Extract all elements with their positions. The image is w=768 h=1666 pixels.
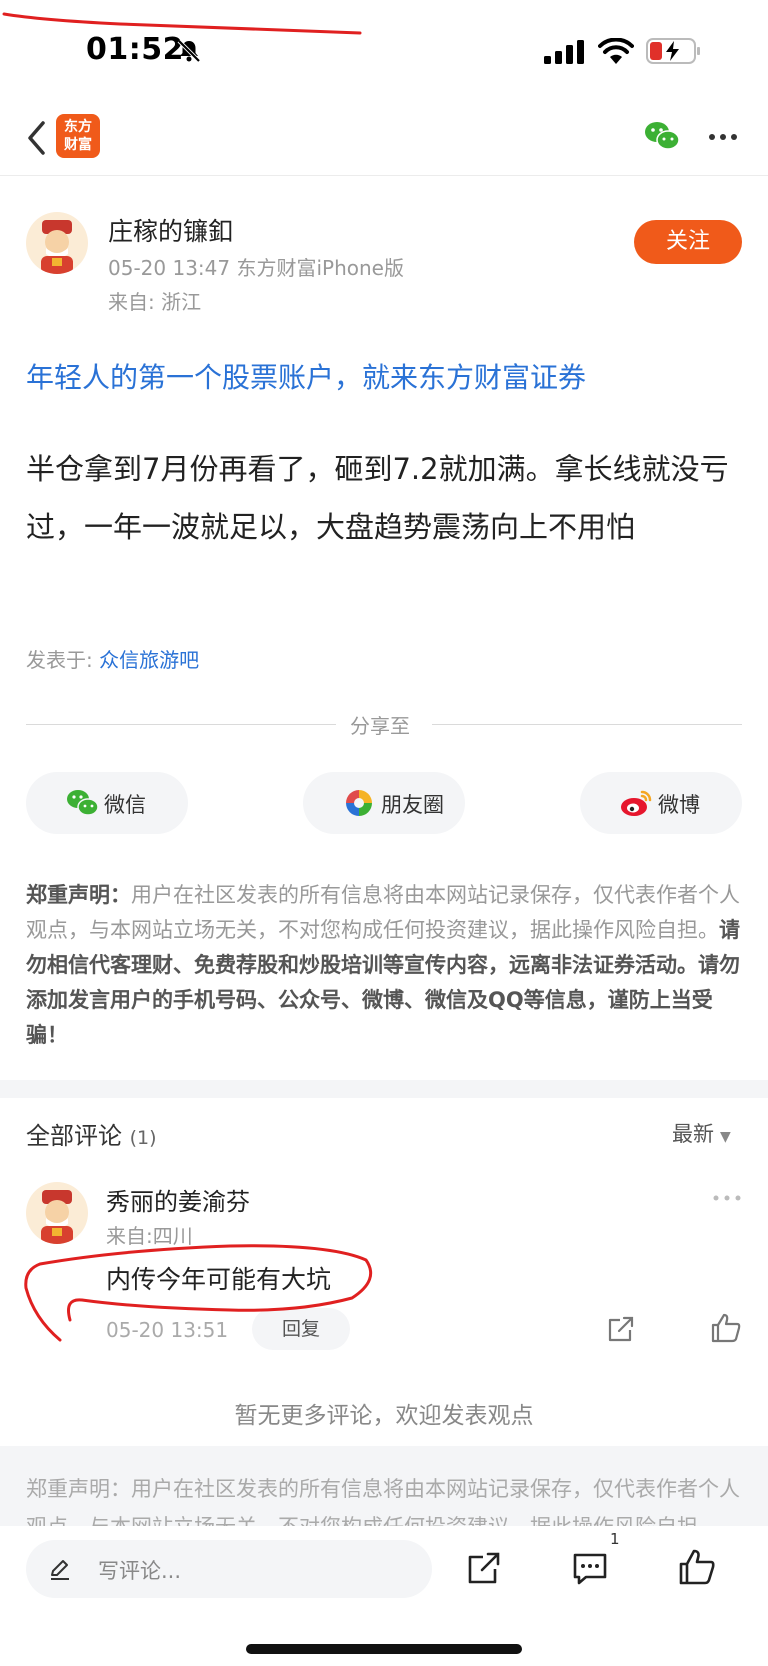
divider bbox=[432, 724, 742, 725]
author-location: 来自: 浙江 bbox=[108, 290, 202, 314]
home-indicator bbox=[246, 1644, 522, 1654]
share-weibo-label: 微博 bbox=[658, 793, 700, 817]
thumbs-up-icon[interactable] bbox=[678, 1548, 716, 1586]
wechat-icon bbox=[67, 790, 98, 816]
thumbs-up-icon[interactable] bbox=[710, 1312, 742, 1344]
caret-down-icon: ▼ bbox=[720, 1129, 731, 1145]
post-meta: 05-20 13:47 东方财富iPhone版 bbox=[108, 256, 404, 280]
posted-in: 发表于: 众信旅游吧 bbox=[26, 644, 199, 673]
share-wechat-label: 微信 bbox=[104, 793, 146, 817]
eastmoney-logo[interactable]: 东方 财富 bbox=[56, 114, 100, 158]
avatar-figure-icon bbox=[41, 220, 73, 274]
post-content: 半仓拿到7月份再看了，砸到7.2就加满。拿长线就没亏过，一年一波就足以，大盘趋势… bbox=[26, 452, 729, 544]
wifi-icon bbox=[598, 38, 634, 64]
commenter-name[interactable]: 秀丽的姜渝芬 bbox=[106, 1182, 250, 1217]
share-weibo-button[interactable]: 微博 bbox=[580, 772, 742, 834]
promo-link[interactable]: 年轻人的第一个股票账户，就来东方财富证券 bbox=[26, 356, 586, 396]
cellular-signal-icon bbox=[544, 40, 584, 64]
divider bbox=[26, 724, 336, 725]
comment-more-icon[interactable] bbox=[712, 1194, 742, 1202]
comment-text: 内传今年可能有大坑 bbox=[106, 1265, 332, 1294]
comments-count: (1) bbox=[129, 1127, 157, 1149]
reply-button[interactable]: 回复 bbox=[252, 1308, 350, 1350]
comments-title-text: 全部评论 bbox=[26, 1122, 122, 1150]
comment-time: 05-20 13:51 bbox=[106, 1318, 229, 1342]
nav-bar: 东方 财富 bbox=[0, 100, 768, 176]
moments-icon bbox=[346, 790, 372, 816]
commenter-avatar[interactable] bbox=[26, 1182, 88, 1244]
pen-icon bbox=[51, 1560, 69, 1580]
follow-button[interactable]: 关注 bbox=[634, 220, 742, 264]
sort-label: 最新 bbox=[672, 1122, 714, 1146]
comment-input-placeholder: 写评论... bbox=[98, 1559, 182, 1583]
forum-link[interactable]: 众信旅游吧 bbox=[99, 648, 199, 672]
comment-count-badge: 1 bbox=[610, 1530, 620, 1548]
logo-line-1: 东方 bbox=[64, 119, 92, 135]
back-arrow-icon[interactable] bbox=[24, 118, 48, 158]
disclaimer: 郑重声明：用户在社区发表的所有信息将由本网站记录保存，仅代表作者个人观点，与本网… bbox=[26, 878, 744, 1053]
comment-input[interactable]: 写评论... bbox=[26, 1540, 432, 1598]
status-bar: 01:52 bbox=[0, 0, 768, 100]
share-moments-button[interactable]: 朋友圈 bbox=[303, 772, 465, 834]
share-icon[interactable] bbox=[606, 1314, 636, 1344]
posted-in-label: 发表于: bbox=[26, 648, 100, 672]
share-label: 分享至 bbox=[350, 714, 410, 738]
sort-dropdown[interactable]: 最新 ▼ bbox=[672, 1118, 731, 1148]
wechat-icon[interactable] bbox=[644, 120, 680, 152]
comment-icon[interactable] bbox=[572, 1552, 608, 1586]
battery-charging-icon bbox=[646, 38, 700, 64]
share-moments-label: 朋友圈 bbox=[381, 793, 444, 817]
avatar-figure-icon bbox=[41, 1190, 73, 1244]
weibo-icon bbox=[621, 790, 652, 816]
comments-title: 全部评论 (1) bbox=[26, 1116, 157, 1151]
no-more-comments: 暂无更多评论，欢迎发表观点 bbox=[234, 1403, 534, 1429]
bell-muted-icon bbox=[177, 39, 201, 63]
author-name[interactable]: 庄稼的镰釦 bbox=[108, 212, 233, 248]
logo-line-2: 财富 bbox=[64, 137, 92, 153]
status-time: 01:52 bbox=[86, 32, 184, 67]
commenter-location: 来自:四川 bbox=[106, 1224, 193, 1248]
disclaimer-text: 用户在社区发表的所有信息将由本网站记录保存，仅代表作者个人观点，与本网站立场无关… bbox=[26, 883, 740, 942]
disclaimer-heading: 郑重声明： bbox=[26, 883, 131, 907]
share-icon[interactable] bbox=[466, 1550, 502, 1586]
share-wechat-button[interactable]: 微信 bbox=[26, 772, 188, 834]
more-icon[interactable] bbox=[708, 133, 738, 141]
section-separator bbox=[0, 1080, 768, 1098]
author-avatar[interactable] bbox=[26, 212, 88, 274]
